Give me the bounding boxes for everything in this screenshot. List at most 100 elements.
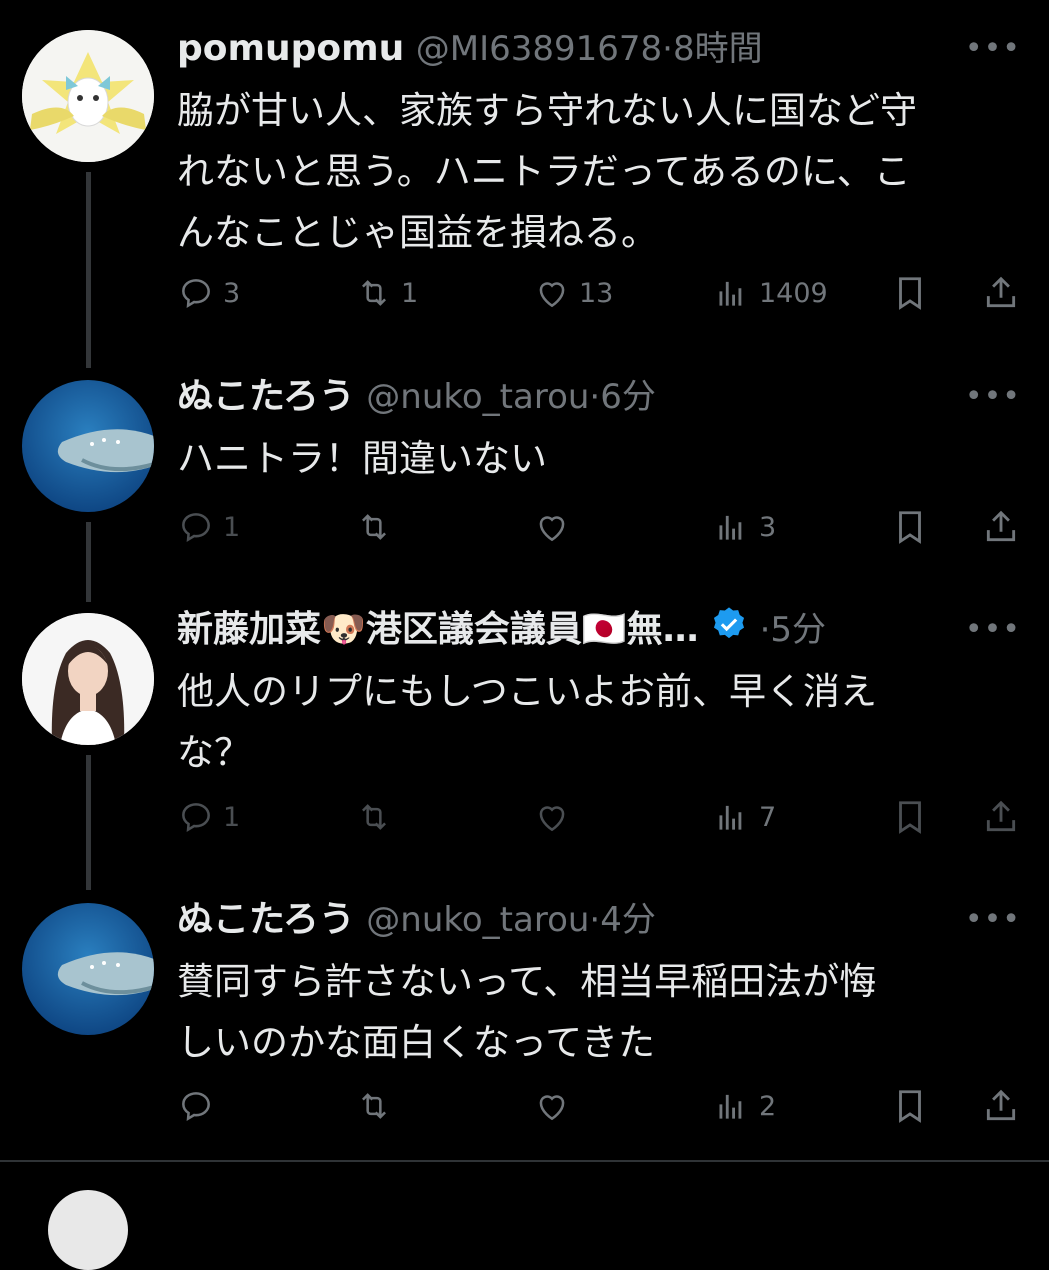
retweet-icon: [362, 280, 386, 306]
tweet-text-line: しいのかな面白くなってきた: [177, 1021, 656, 1064]
display-name[interactable]: 新藤加菜🐶港区議会議員🇯🇵無…: [177, 609, 699, 650]
tweet-text: ハニトラ！間違いない: [177, 428, 1021, 489]
avatar[interactable]: [22, 30, 154, 162]
share-button[interactable]: [982, 508, 1020, 546]
separator: ·: [589, 377, 601, 417]
like-button[interactable]: [533, 1087, 571, 1125]
heart-icon: [539, 806, 565, 832]
tweet-text-line: んなことじゃ国益を損ねる。: [177, 211, 658, 254]
handle[interactable]: @MI63891678: [416, 29, 662, 69]
views-button[interactable]: 7: [713, 798, 776, 836]
retweet-count: 1: [401, 277, 419, 309]
bookmark-button[interactable]: [891, 508, 929, 546]
bookmark-button[interactable]: [891, 1087, 929, 1125]
reply-icon: [182, 279, 210, 309]
separator: ·: [589, 900, 601, 940]
display-name[interactable]: ぬこたろう: [177, 899, 355, 940]
handle[interactable]: @nuko_tarou: [366, 900, 589, 940]
timestamp[interactable]: 4分: [600, 900, 656, 940]
avatar[interactable]: [22, 380, 154, 512]
tweet-text-line: 賛同すら許さないって、相当早稲田法が悔: [177, 960, 877, 1003]
tweet-header: pomupomu @MI63891678·8時間 •••: [177, 24, 1021, 74]
bookmark-icon: [899, 277, 921, 310]
reply-icon: [182, 513, 210, 543]
timestamp[interactable]: 5分: [770, 610, 826, 650]
action-bar: 1 7: [177, 798, 1022, 848]
reply-count: 1: [223, 801, 241, 833]
share-icon: [986, 1089, 1016, 1121]
bookmark-icon: [899, 1090, 921, 1123]
share-icon: [986, 276, 1016, 308]
retweet-button[interactable]: [355, 508, 393, 546]
separator: ·: [759, 610, 771, 650]
timestamp[interactable]: 8時間: [673, 29, 763, 69]
like-button[interactable]: 13: [533, 274, 613, 312]
retweet-button[interactable]: [355, 798, 393, 836]
tweet[interactable]: 新藤加菜🐶港区議会議員🇯🇵無… ·5分 ••• 他人のリプにもしつこいよお前、早…: [0, 605, 1049, 865]
like-button[interactable]: [533, 798, 571, 836]
share-button[interactable]: [982, 274, 1020, 312]
view-count: 1409: [759, 277, 828, 309]
verified-badge-icon: [710, 605, 748, 657]
avatar[interactable]: [48, 1190, 128, 1270]
next-tweet-divider: [0, 1160, 1049, 1270]
handle[interactable]: @nuko_tarou: [366, 377, 589, 417]
whale-shark-avatar-image: [22, 380, 154, 512]
tweet-text-line: れないと思う。ハニトラだってあるのに、こ: [177, 150, 911, 193]
views-button[interactable]: 2: [713, 1087, 776, 1125]
retweet-icon: [362, 514, 386, 540]
retweet-button[interactable]: 1: [355, 274, 418, 312]
bookmark-button[interactable]: [891, 798, 929, 836]
retweet-button[interactable]: [355, 1087, 393, 1125]
tweet-text-line: な？: [177, 731, 251, 774]
heart-icon: [539, 1095, 565, 1121]
tweet-text-line: 他人のリプにもしつこいよお前、早く消え: [177, 670, 878, 713]
bookmark-icon: [899, 801, 921, 834]
more-icon[interactable]: •••: [965, 605, 1021, 655]
avatar[interactable]: [22, 613, 154, 745]
tweet-header: 新藤加菜🐶港区議会議員🇯🇵無… ·5分 •••: [177, 605, 1021, 655]
tweet[interactable]: ぬこたろう @nuko_tarou·6分 ••• ハニトラ！間違いない 1 3: [0, 372, 1049, 572]
tweet-text-line: ハニトラ！間違いない: [177, 437, 547, 480]
whale-shark-avatar-image: [22, 903, 154, 1035]
more-icon[interactable]: •••: [965, 895, 1021, 945]
tweet-header: ぬこたろう @nuko_tarou·4分 •••: [177, 895, 1021, 945]
more-icon[interactable]: •••: [965, 372, 1021, 422]
separator: ·: [662, 29, 673, 69]
reply-button[interactable]: 1: [177, 798, 240, 836]
tweet-text-line: 脇が甘い人、家族すら守れない人に国など守: [177, 89, 917, 132]
views-icon: [719, 1094, 742, 1119]
reply-button[interactable]: 1: [177, 508, 240, 546]
bookmark-icon: [899, 511, 921, 544]
views-button[interactable]: 3: [713, 508, 776, 546]
display-name[interactable]: ぬこたろう: [177, 376, 355, 417]
tweet-text: 賛同すら許さないって、相当早稲田法が悔 しいのかな面白くなってきた: [177, 951, 1021, 1073]
views-icon: [719, 515, 742, 540]
like-count: 13: [579, 277, 614, 309]
share-button[interactable]: [982, 1087, 1020, 1125]
more-icon[interactable]: •••: [965, 24, 1021, 74]
reply-count: 3: [223, 277, 241, 309]
like-button[interactable]: [533, 508, 571, 546]
pokemon-avatar-image: [22, 30, 154, 162]
woman-portrait-avatar-image: [22, 613, 154, 745]
timestamp[interactable]: 6分: [600, 377, 656, 417]
reply-button[interactable]: 3: [177, 274, 240, 312]
view-count: 2: [759, 1090, 777, 1122]
bookmark-button[interactable]: [891, 274, 929, 312]
views-button[interactable]: 1409: [713, 274, 828, 312]
view-count: 7: [759, 801, 777, 833]
views-icon: [719, 805, 742, 830]
retweet-icon: [362, 1093, 386, 1119]
reply-button[interactable]: [177, 1087, 215, 1125]
tweet[interactable]: ぬこたろう @nuko_tarou·4分 ••• 賛同すら許さないって、相当早稲…: [0, 895, 1049, 1145]
tweet[interactable]: pomupomu @MI63891678·8時間 ••• 脇が甘い人、家族すら守…: [0, 24, 1049, 354]
display-name[interactable]: pomupomu: [177, 28, 404, 69]
tweet-header: ぬこたろう @nuko_tarou·6分 •••: [177, 372, 1021, 422]
action-bar: 2: [177, 1087, 1022, 1137]
avatar[interactable]: [22, 903, 154, 1035]
retweet-icon: [362, 804, 386, 830]
action-bar: 1 3: [177, 508, 1022, 558]
share-button[interactable]: [982, 798, 1020, 836]
heart-icon: [539, 282, 565, 308]
